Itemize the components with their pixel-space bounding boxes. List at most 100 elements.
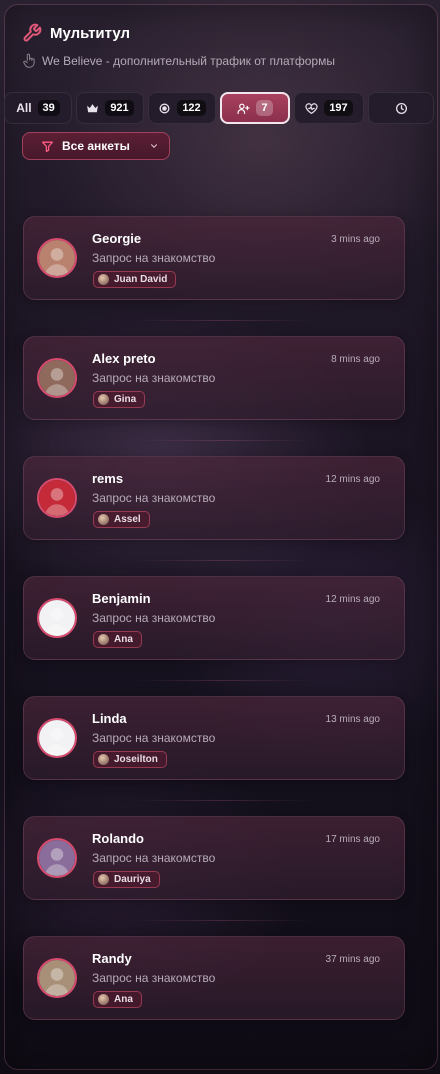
request-text: Запрос на знакомство	[92, 971, 216, 985]
app-subtitle: We Believe - дополнительный трафик от пл…	[42, 54, 335, 68]
tab-history[interactable]	[368, 92, 434, 124]
pointer-hand-icon	[23, 53, 35, 68]
filter-label: Все анкеты	[62, 139, 130, 153]
avatar[interactable]	[37, 598, 77, 638]
avatar-head	[50, 368, 64, 381]
request-time: 3 mins ago	[331, 234, 380, 245]
target-profile-chip: Ana	[93, 631, 142, 648]
request-card[interactable]: Alex preto 8 mins ago Запрос на знакомство…	[23, 336, 405, 420]
card-divider	[133, 320, 313, 321]
sender-name[interactable]: rems	[92, 471, 123, 486]
avatar[interactable]	[37, 958, 77, 998]
request-text: Запрос на знакомство	[92, 611, 216, 625]
request-card[interactable]: Rolando 17 mins ago Запрос на знакомство Da…	[23, 816, 405, 900]
wrench-icon	[23, 23, 42, 42]
sender-name[interactable]: Georgie	[92, 231, 141, 246]
profile-mini-avatar	[98, 634, 109, 645]
tab-vip[interactable]: 921	[76, 92, 144, 124]
request-time: 12 mins ago	[325, 474, 380, 485]
sender-name[interactable]: Benjamin	[92, 591, 151, 606]
tab-requests[interactable]: 7	[220, 92, 290, 124]
request-text: Запрос на знакомство	[92, 251, 216, 265]
profile-filter-dropdown[interactable]: Все анкеты	[22, 132, 170, 160]
target-profile-chip: Ana	[93, 991, 142, 1008]
tab-online-count: 122	[177, 100, 206, 116]
avatar-image	[39, 720, 75, 756]
profile-mini-avatar	[98, 994, 109, 1005]
avatar[interactable]	[37, 838, 77, 878]
target-profile-name: Gina	[114, 394, 137, 405]
target-profile-chip: Assel	[93, 511, 150, 528]
profile-mini-avatar	[98, 754, 109, 765]
avatar-image	[39, 240, 75, 276]
avatar-head	[50, 728, 64, 741]
heart-pulse-icon	[305, 102, 318, 114]
app-title: Мультитул	[50, 24, 131, 42]
card-divider	[133, 560, 313, 561]
avatar-head	[50, 248, 64, 261]
card-divider	[133, 800, 313, 801]
profile-mini-avatar	[98, 874, 109, 885]
crown-icon	[87, 103, 99, 112]
sender-name[interactable]: Randy	[92, 951, 132, 966]
avatar-image	[39, 600, 75, 636]
avatar-head	[50, 848, 64, 861]
avatar-image	[39, 840, 75, 876]
tab-all[interactable]: All 39	[4, 92, 72, 124]
avatar[interactable]	[37, 238, 77, 278]
avatar-head	[50, 608, 64, 621]
chevron-down-icon	[151, 144, 157, 148]
avatar-image	[39, 360, 75, 396]
request-card[interactable]: Linda 13 mins ago Запрос на знакомство Jose…	[23, 696, 405, 780]
request-text: Запрос на знакомство	[92, 851, 216, 865]
avatar-image	[39, 480, 75, 516]
request-time: 37 mins ago	[325, 954, 380, 965]
tab-requests-count: 7	[256, 100, 273, 116]
clock-icon	[395, 102, 407, 114]
sender-name[interactable]: Rolando	[92, 831, 144, 846]
tab-likes[interactable]: 197	[294, 92, 364, 124]
category-tabs: All 39 921 122 7 197	[4, 90, 438, 126]
tab-online[interactable]: 122	[148, 92, 216, 124]
card-divider	[133, 440, 313, 441]
request-text: Запрос на знакомство	[92, 491, 216, 505]
sender-name[interactable]: Linda	[92, 711, 127, 726]
card-divider	[133, 920, 313, 921]
avatar[interactable]	[37, 718, 77, 758]
tab-vip-count: 921	[105, 100, 134, 116]
profile-mini-avatar	[98, 274, 109, 285]
request-card[interactable]: Randy 37 mins ago Запрос на знакомство Ana	[23, 936, 405, 1020]
target-profile-chip: Joseilton	[93, 751, 167, 768]
request-text: Запрос на знакомство	[92, 731, 216, 745]
target-profile-chip: Juan David	[93, 271, 177, 288]
avatar[interactable]	[37, 478, 77, 518]
target-profile-chip: Dauriya	[93, 871, 160, 888]
title-row: Мультитул	[22, 22, 422, 44]
avatar-head	[50, 968, 64, 981]
sender-name[interactable]: Alex preto	[92, 351, 156, 366]
avatar[interactable]	[37, 358, 77, 398]
card-divider	[133, 680, 313, 681]
subtitle-row: We Believe - дополнительный трафик от пл…	[22, 52, 422, 70]
target-profile-name: Assel	[114, 514, 141, 525]
request-card[interactable]: Georgie 3 mins ago Запрос на знакомство Jua…	[23, 216, 405, 300]
user-plus-icon	[237, 103, 250, 114]
profile-mini-avatar	[98, 514, 109, 525]
avatar-image	[39, 960, 75, 996]
request-card[interactable]: Benjamin 12 mins ago Запрос на знакомство A…	[23, 576, 405, 660]
request-time: 12 mins ago	[325, 594, 380, 605]
request-time: 13 mins ago	[325, 714, 380, 725]
filter-icon	[41, 141, 54, 152]
target-profile-name: Ana	[114, 634, 133, 645]
app-header: Мультитул We Believe - дополнительный тр…	[22, 22, 422, 70]
dot-icon	[159, 103, 170, 113]
tab-all-count: 39	[37, 100, 60, 116]
target-profile-name: Ana	[114, 994, 133, 1005]
target-profile-name: Joseilton	[114, 754, 158, 765]
profile-mini-avatar	[98, 394, 109, 405]
target-profile-name: Juan David	[114, 274, 168, 285]
target-profile-name: Dauriya	[114, 874, 151, 885]
request-text: Запрос на знакомство	[92, 371, 216, 385]
avatar-head	[50, 488, 64, 501]
request-card[interactable]: rems 12 mins ago Запрос на знакомство Assel	[23, 456, 405, 540]
